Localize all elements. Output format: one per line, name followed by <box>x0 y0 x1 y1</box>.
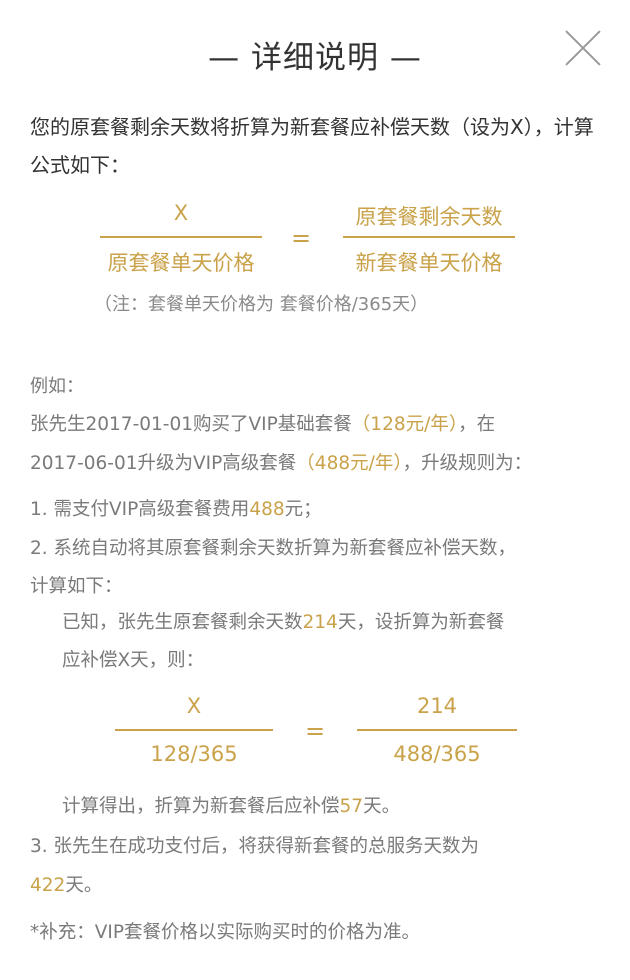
intro-text: 您的原套餐剩余天数将折算为新套餐应补偿天数（设为X），计算公式如下： <box>30 115 594 177</box>
known-line-2: 应补偿X天，则： <box>62 650 205 671</box>
rule-item-1: 1. 需支付VIP高级套餐费用488元； <box>30 495 322 521</box>
example-line-1-tail: ，在 <box>458 414 496 435</box>
known-line-1: 已知，张先生原套餐剩余天数214天，设折算为新套餐 <box>62 608 504 634</box>
formula-left-fraction-line <box>100 236 262 238</box>
formula-left-numerator: X <box>173 201 189 225</box>
example-line-1: 张先生2017-01-01购买了VIP基础套餐（128元/年），在 <box>30 410 495 436</box>
rule-item-1-text: 1. 需支付VIP高级套餐费用 <box>30 499 250 520</box>
page-title: — 详细说明 — <box>208 40 422 76</box>
premium-plan-price: （488元/年） <box>296 453 403 474</box>
formula-right-numerator: 原套餐剩余天数 <box>355 205 503 229</box>
rule-item-1-unit: 元； <box>284 499 322 520</box>
formula2-equals: = <box>305 717 326 745</box>
remaining-days: 214 <box>302 612 338 633</box>
formula2-right-fraction-line <box>357 729 517 731</box>
formula2-right-denominator: 488/365 <box>393 742 481 766</box>
formula2-left-denominator: 128/365 <box>150 742 238 766</box>
known-tail: 天，设折算为新套餐 <box>337 612 505 633</box>
example-line-2-text: 2017-06-01升级为VIP高级套餐 <box>30 453 297 474</box>
formula2-left-numerator: X <box>186 694 202 718</box>
result-line: 计算得出，折算为新套餐后应补偿57天。 <box>62 792 400 818</box>
rule-item-3: 3. 张先生在成功支付后，将获得新套餐的总服务天数为 <box>30 836 480 857</box>
known-text: 已知，张先生原套餐剩余天数 <box>62 612 303 633</box>
formula2-right-numerator: 214 <box>416 694 458 718</box>
rule-item-2: 2. 系统自动将其原套餐剩余天数折算为新套餐应补偿天数， <box>30 538 517 559</box>
example-line-2: 2017-06-01升级为VIP高级套餐（488元/年），升级规则为： <box>30 449 532 475</box>
supplement-note: *补充：VIP套餐价格以实际购买时的价格为准。 <box>30 922 421 943</box>
result-unit: 天。 <box>363 796 401 817</box>
total-days: 422 <box>30 875 66 896</box>
basic-plan-price: （128元/年） <box>351 414 459 435</box>
result-text: 计算得出，折算为新套餐后应补偿 <box>62 796 340 817</box>
example-label: 例如： <box>30 376 84 397</box>
formula-left-denominator: 原套餐单天价格 <box>107 251 255 275</box>
formula2-left-fraction-line <box>115 729 273 731</box>
total-days-unit: 天。 <box>65 875 103 896</box>
compensation-days: 57 <box>339 796 364 817</box>
formula-right-denominator: 新套餐单天价格 <box>355 251 503 275</box>
example-line-2-tail: ，升级规则为： <box>402 453 533 474</box>
close-icon[interactable] <box>563 28 603 68</box>
rule-item-1-amount: 488 <box>249 499 285 520</box>
example-line-1-text: 张先生2017-01-01购买了VIP基础套餐 <box>30 414 352 435</box>
formula-note: （注：套餐单天价格为 套餐价格/365天） <box>94 294 429 315</box>
rule-item-3-cont: 422天。 <box>30 871 102 897</box>
formula-right-fraction-line <box>343 236 515 238</box>
rule-item-2-cont: 计算如下： <box>30 576 123 597</box>
formula-equals: = <box>291 224 312 252</box>
